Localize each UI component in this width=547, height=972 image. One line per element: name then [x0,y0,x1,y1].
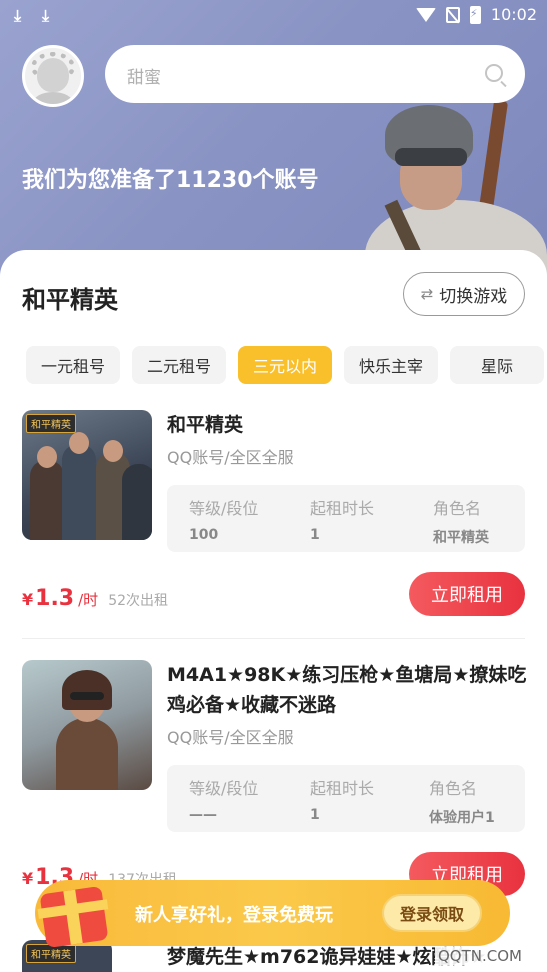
stat-value: 和平精英 [433,530,489,546]
content-panel: 和平精英 ⇄ 切换游戏 一元租号 二元租号 三元以内 快乐主宰 星际 和平精英 … [0,250,547,972]
search-icon[interactable] [485,64,503,82]
listing-item[interactable]: M4A1★98K★练习压枪★鱼塘局★撩妹吃鸡必备★收藏不迷路 QQ账号/全区全服… [22,660,527,896]
game-title: 和平精英 [22,286,118,314]
listing-price: ¥ 1.3 /时 52次出租 [22,586,168,611]
stat-value: 100 [189,527,219,543]
switch-game-button[interactable]: ⇄ 切换游戏 [403,272,525,316]
no-sim-icon [445,6,460,23]
avatar[interactable] [22,45,84,107]
new-user-promo-banner[interactable]: 新人享好礼，登录免费玩 登录领取 [35,880,510,949]
login-claim-button[interactable]: 登录领取 [382,894,482,932]
tab-under-three-yuan[interactable]: 三元以内 [238,346,332,384]
stat-key: 等级/段位 [189,499,259,518]
price-currency: ¥ [22,869,34,888]
stat-key: 角色名 [429,779,478,798]
search-input[interactable]: 甜蜜 [105,45,525,103]
stat-value: 1 [310,807,320,823]
stat-value: 体验用户1 [429,810,495,826]
listing-subtitle: QQ账号/全区全服 [167,728,294,747]
listing-item[interactable]: 和平精英 和平精英 QQ账号/全区全服 等级/段位 100 起租时长 1 角色名… [22,410,525,620]
search-placeholder: 甜蜜 [127,68,161,88]
divider [22,638,525,639]
battery-charging-icon [469,5,481,24]
stat-key: 等级/段位 [189,779,259,798]
swap-icon: ⇄ [420,285,434,303]
site-watermark: QQTN.COM [435,947,525,965]
wifi-icon [415,7,436,22]
listing-stats: 等级/段位 —— 起租时长 1 角色名 体验用户1 [167,765,525,832]
stat-key: 起租时长 [310,779,375,798]
listing-subtitle: QQ账号/全区全服 [167,448,294,467]
stat-key: 角色名 [433,499,482,518]
listing-title: M4A1★98K★练习压枪★鱼塘局★撩妹吃鸡必备★收藏不迷路 [167,664,527,716]
listing-thumbnail [22,660,152,790]
tab-happy-master[interactable]: 快乐主宰 [344,346,438,384]
tab-starcraft[interactable]: 星际 [450,346,544,384]
gift-box-icon [39,885,109,949]
rent-now-button[interactable]: 立即租用 [409,572,525,616]
stat-value: —— [189,807,217,823]
listing-stats: 等级/段位 100 起租时长 1 角色名 和平精英 [167,485,525,552]
thumbnail-game-badge: 和平精英 [26,414,76,433]
status-time: 10:02 [490,5,537,24]
promo-text: 新人享好礼，登录免费玩 [135,905,333,926]
status-bar: ⤓ ⤓ 10:02 [0,0,547,32]
listing-thumbnail: 和平精英 [22,410,152,540]
stat-key: 起租时长 [310,499,375,518]
download-icon: ⤓ [42,6,50,25]
tab-two-yuan[interactable]: 二元租号 [132,346,226,384]
price-filter-tabs: 一元租号 二元租号 三元以内 快乐主宰 星际 [26,346,544,384]
listing-title: 和平精英 [167,414,244,436]
header: ⤓ ⤓ 10:02 甜蜜 我们为您准备了11230个账号 [0,0,547,290]
tab-one-yuan[interactable]: 一元租号 [26,346,120,384]
rent-count: 52次出租 [108,593,169,609]
account-count-headline: 我们为您准备了11230个账号 [22,168,319,193]
download-icon: ⤓ [14,6,22,25]
switch-game-label: 切换游戏 [439,286,508,307]
price-value: 1.3 [35,586,75,611]
price-currency: ¥ [22,590,34,609]
price-unit: /时 [78,591,99,609]
stat-value: 1 [310,527,320,543]
